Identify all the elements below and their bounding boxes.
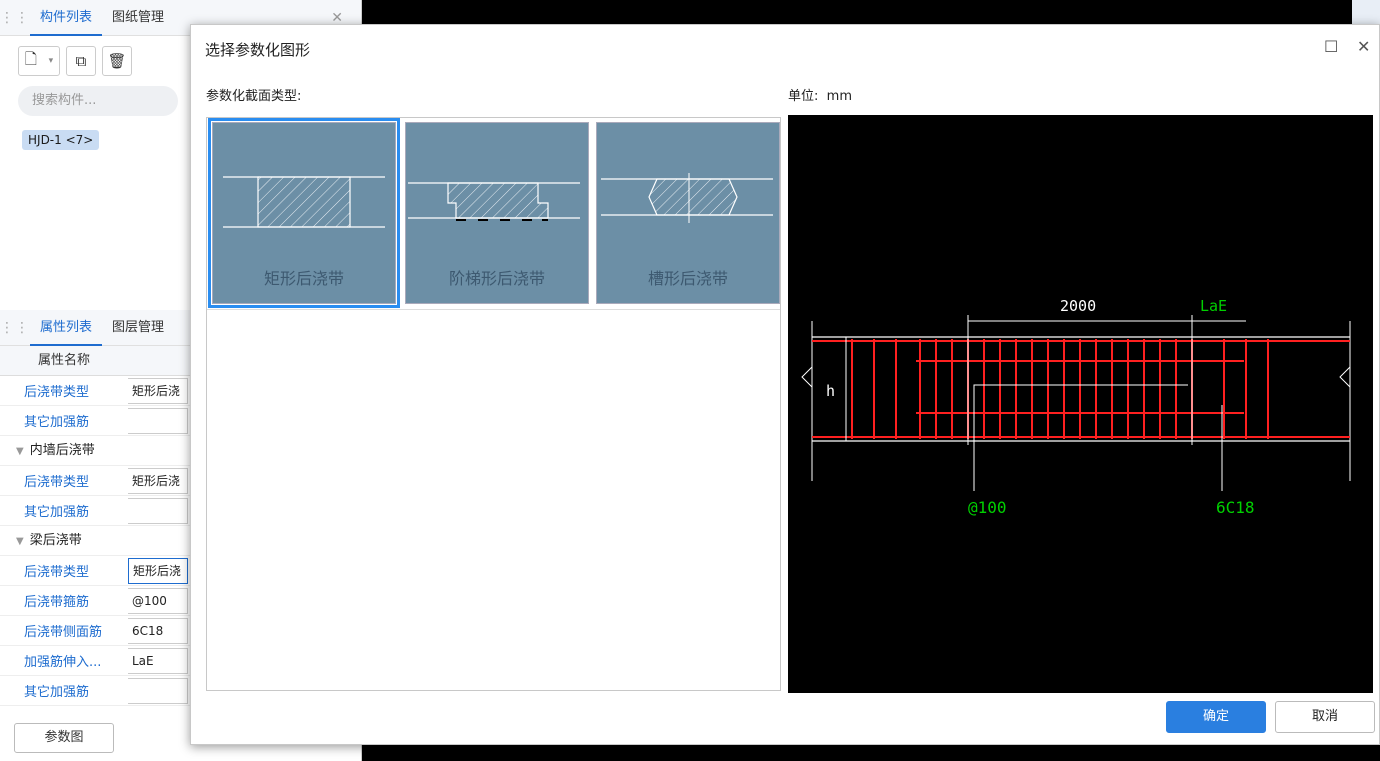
gallery-divider	[207, 309, 780, 310]
side-bar-text: 6C18	[1216, 498, 1255, 517]
groove-section-icon	[601, 173, 773, 223]
trash-icon: 🗑	[107, 52, 127, 70]
stirrup-lines	[851, 339, 1269, 439]
card-groove-post-pour[interactable]: 槽形后浇带	[596, 122, 780, 304]
property-name: 后浇带箍筋	[24, 595, 90, 610]
rebar-diagram: h 2000 LaE @100 6C18	[801, 297, 1351, 517]
chevron-down-icon: ▼	[16, 446, 24, 457]
unit-value: mm	[826, 89, 852, 104]
property-value[interactable]	[128, 407, 188, 434]
property-name: 其它加强筋	[24, 685, 90, 700]
drag-handle-icon[interactable]: ⋮⋮	[0, 10, 30, 26]
break-mark-right	[1339, 366, 1351, 388]
property-value[interactable]: 矩形后浇	[128, 377, 188, 404]
tab-layer-manage[interactable]: 图层管理	[102, 310, 174, 346]
tab-component-list[interactable]: 构件列表	[30, 0, 103, 36]
stirrup-text: @100	[968, 498, 1007, 517]
property-value[interactable]: @100	[128, 587, 188, 614]
close-icon[interactable]: ✕	[1357, 37, 1370, 56]
property-value[interactable]: 矩形后浇	[128, 557, 188, 584]
property-name: 后浇带侧面筋	[24, 625, 103, 640]
chevron-down-icon: ▼	[16, 536, 24, 547]
search-input[interactable]: 搜索构件...	[18, 86, 178, 116]
new-component-button[interactable]: 🗋 ▾	[18, 46, 60, 76]
lae-dim-text: LaE	[1200, 297, 1227, 315]
drag-handle-icon[interactable]: ⋮⋮	[0, 320, 30, 336]
param-diagram-button[interactable]: 参数图	[14, 723, 114, 753]
break-mark-left	[801, 366, 813, 388]
property-name: 其它加强筋	[24, 415, 90, 430]
shape-preview-canvas: h 2000 LaE @100 6C18	[788, 115, 1373, 693]
height-label: h	[826, 382, 835, 400]
length-dim-text: 2000	[1060, 297, 1096, 315]
unit-label: 单位: mm	[788, 85, 852, 104]
card-label: 矩形后浇带	[263, 269, 344, 288]
property-value[interactable]: 6C18	[128, 617, 188, 644]
property-name: 其它加强筋	[24, 505, 90, 520]
select-parametric-shape-dialog: 选择参数化图形 ☐ ✕ 参数化截面类型: 单位: mm 矩形后浇带 阶梯形后浇带…	[190, 24, 1380, 745]
card-rect-post-pour[interactable]: 矩形后浇带	[208, 118, 400, 308]
chevron-down-icon: ▾	[48, 56, 54, 66]
card-label: 阶梯形后浇带	[448, 269, 545, 288]
property-name: 后浇带类型	[24, 565, 90, 580]
copy-button[interactable]: ⧉	[66, 46, 96, 76]
rect-section-icon	[223, 176, 385, 228]
cancel-button[interactable]: 取消	[1275, 701, 1375, 733]
section-type-label: 参数化截面类型:	[206, 89, 302, 104]
property-value[interactable]	[128, 677, 188, 704]
delete-button[interactable]: 🗑	[102, 46, 132, 76]
shape-gallery: 矩形后浇带 阶梯形后浇带 槽形后浇带	[206, 117, 781, 691]
group-label: 内墙后浇带	[29, 443, 95, 458]
property-value[interactable]: 矩形后浇	[128, 467, 188, 494]
component-item[interactable]: HJD-1 <7>	[22, 130, 100, 150]
new-file-icon: 🗋	[24, 49, 37, 68]
card-label: 槽形后浇带	[647, 269, 728, 288]
property-name: 后浇带类型	[24, 385, 90, 400]
copy-icon: ⧉	[75, 52, 87, 70]
tab-drawing-manage[interactable]: 图纸管理	[102, 0, 174, 36]
property-name-header: 属性名称	[37, 353, 90, 368]
property-name: 后浇带类型	[24, 475, 90, 490]
group-label: 梁后浇带	[29, 533, 82, 548]
property-name: 加强筋伸入...	[24, 655, 102, 670]
tab-property-list[interactable]: 属性列表	[30, 310, 103, 346]
card-stepped-post-pour[interactable]: 阶梯形后浇带	[405, 122, 589, 304]
background-panel-edge	[1352, 0, 1380, 24]
dialog-title: 选择参数化图形	[205, 41, 311, 59]
maximize-icon[interactable]: ☐	[1324, 37, 1338, 56]
unit-caption: 单位:	[788, 89, 819, 104]
property-value[interactable]: LaE	[128, 647, 188, 674]
stepped-section-icon	[408, 182, 580, 221]
ok-button[interactable]: 确定	[1166, 701, 1266, 733]
property-value[interactable]	[128, 497, 188, 524]
